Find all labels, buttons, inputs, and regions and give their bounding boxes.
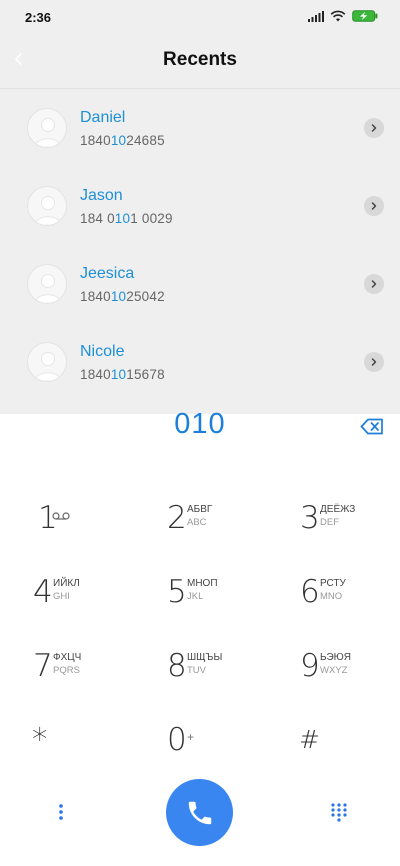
header-divider (0, 88, 400, 89)
details-button[interactable] (364, 118, 384, 138)
backspace-icon[interactable] (360, 418, 384, 435)
avatar (27, 264, 67, 304)
number-match: 10 (110, 133, 127, 148)
key-digit: 9 (300, 648, 320, 684)
number-suffix: 15678 (126, 367, 165, 382)
key-1[interactable]: 1 (38, 501, 148, 551)
recents-list: Daniel 18401024685 Jason 184 0101 0029 J… (0, 90, 400, 402)
key-latin: PQRS (53, 665, 80, 676)
key-letters: РСТУ (320, 578, 346, 589)
list-item[interactable]: Nicole 18401015678 (0, 324, 400, 402)
contact-name: Jeesica (80, 265, 135, 282)
call-button[interactable] (166, 779, 233, 846)
key-9[interactable]: 9 ЬЭЮЯ WXYZ (300, 649, 400, 699)
person-icon (34, 196, 62, 225)
key-latin: ABC (187, 517, 207, 528)
keypad-icon[interactable] (330, 802, 348, 822)
key-latin: TUV (187, 665, 206, 676)
contact-number: 18401025042 (80, 289, 165, 304)
details-button[interactable] (364, 196, 384, 216)
key-digit: 8 (167, 648, 187, 684)
key-letters: ЬЭЮЯ (320, 652, 351, 663)
chevron-right-icon (371, 280, 377, 288)
key-digit: 0 (167, 722, 187, 758)
avatar (27, 108, 67, 148)
number-suffix: 24685 (126, 133, 165, 148)
key-digit: 3 (300, 500, 320, 536)
list-item[interactable]: Daniel 18401024685 (0, 90, 400, 168)
chevron-right-icon (371, 124, 377, 132)
contact-number: 18401024685 (80, 133, 165, 148)
key-latin: WXYZ (320, 665, 348, 676)
details-button[interactable] (364, 352, 384, 372)
key-letters: МНОП (187, 578, 218, 589)
number-prefix: 1840 (80, 133, 111, 148)
person-icon (34, 118, 62, 147)
key-6[interactable]: 6 РСТУ MNO (300, 575, 400, 625)
status-time: 2:36 (25, 10, 52, 25)
details-button[interactable] (364, 274, 384, 294)
number-prefix: 1840 (80, 367, 111, 382)
number-suffix: 25042 (126, 289, 165, 304)
key-latin: GHI (53, 591, 70, 602)
phone-icon (188, 801, 211, 824)
key-digit: 2 (167, 500, 187, 536)
contact-number: 18401015678 (80, 367, 165, 382)
key-star[interactable]: * (32, 723, 142, 773)
key-0[interactable]: 0 + (167, 723, 277, 773)
key-hash[interactable]: # (299, 723, 400, 773)
list-item[interactable]: Jeesica 18401025042 (0, 246, 400, 324)
key-5[interactable]: 5 МНОП JKL (167, 575, 277, 625)
key-8[interactable]: 8 ШЩЪЫ TUV (167, 649, 277, 699)
avatar (27, 342, 67, 382)
contact-number: 184 0101 0029 (80, 211, 173, 226)
key-digit: 7 (33, 648, 53, 684)
key-latin: MNO (320, 591, 343, 602)
voicemail-icon (52, 512, 70, 520)
page-title: Recents (163, 49, 237, 70)
key-digit: # (299, 725, 320, 754)
key-letters: ФХЦЧ (53, 652, 82, 663)
more-vertical-icon[interactable] (57, 803, 65, 821)
chevron-right-icon (371, 202, 377, 210)
number-match: 10 (114, 211, 131, 226)
status-icons (308, 10, 378, 22)
key-letters: + (187, 730, 195, 744)
key-digit: * (32, 722, 48, 758)
number-prefix: 184 0 (80, 211, 115, 226)
header: Recents (0, 36, 400, 86)
number-suffix: 1 0029 (130, 211, 173, 226)
list-item[interactable]: Jason 184 0101 0029 (0, 168, 400, 246)
key-2[interactable]: 2 АБВГ ABC (167, 501, 277, 551)
key-digit: 5 (167, 574, 187, 610)
recents-panel: 2:36 Recents Daniel 18401024685 Jason 18… (0, 0, 400, 414)
key-3[interactable]: 3 ДЕЁЖЗ DEF (300, 501, 400, 551)
contact-name: Jason (80, 187, 123, 204)
key-latin: DEF (320, 517, 339, 528)
key-latin: JKL (187, 591, 204, 602)
person-icon (34, 274, 62, 303)
key-letters: ДЕЁЖЗ (320, 504, 356, 515)
status-bar: 2:36 (0, 0, 400, 36)
key-letters: ИЙКЛ (53, 578, 80, 589)
person-icon (34, 352, 62, 381)
key-letters: ШЩЪЫ (187, 652, 223, 663)
contact-name: Daniel (80, 109, 126, 126)
number-match: 10 (110, 367, 127, 382)
key-digit: 6 (300, 574, 320, 610)
dialed-number: 010 (174, 408, 226, 440)
key-digit: 4 (33, 574, 53, 610)
key-7[interactable]: 7 ФХЦЧ PQRS (33, 649, 143, 699)
key-4[interactable]: 4 ИЙКЛ GHI (33, 575, 143, 625)
key-letters: АБВГ (187, 504, 213, 515)
number-match: 10 (110, 289, 127, 304)
chevron-right-icon (371, 358, 377, 366)
wifi-icon (330, 10, 346, 22)
avatar (27, 186, 67, 226)
signal-icon (308, 10, 324, 22)
number-prefix: 1840 (80, 289, 111, 304)
contact-name: Nicole (80, 343, 125, 360)
battery-charging-icon (352, 10, 378, 22)
